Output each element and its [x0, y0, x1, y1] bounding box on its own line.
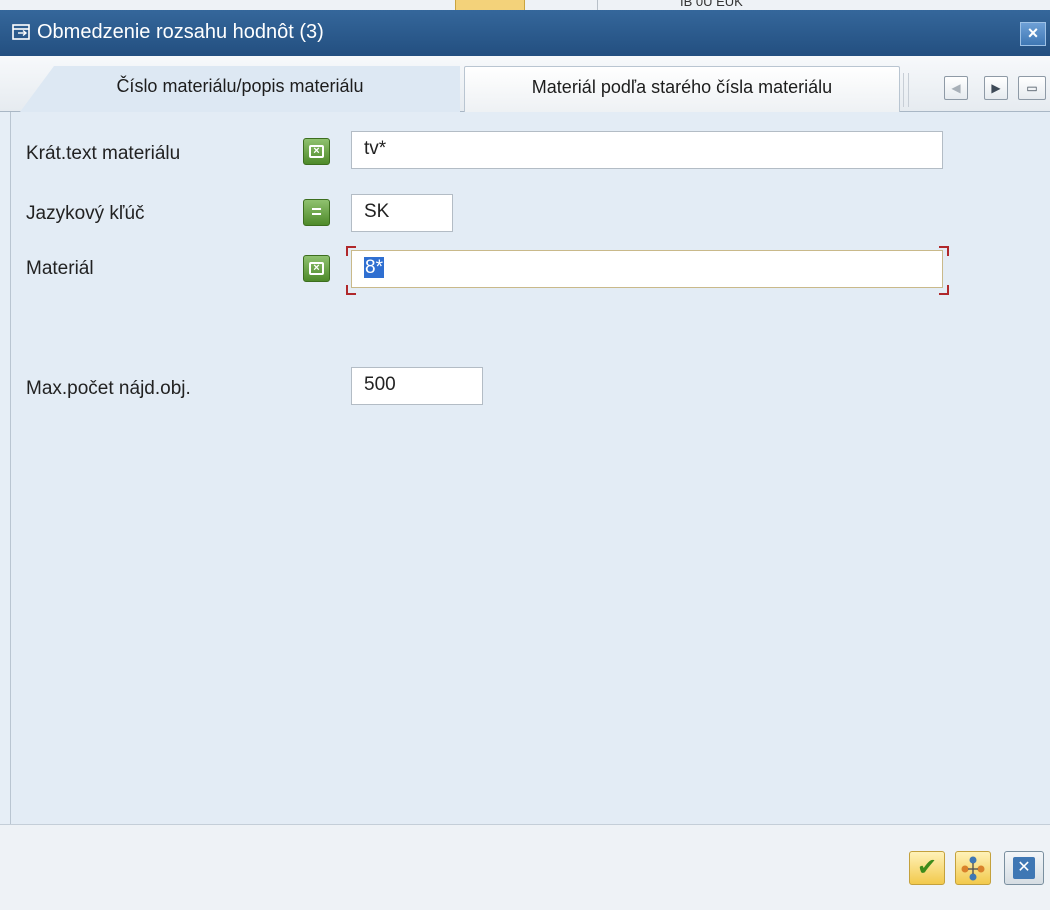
dialog-title-bar: Obmedzenie rozsahu hodnôt (3) × [0, 10, 1050, 56]
cancel-glyph: ✕ [1013, 857, 1035, 879]
checkmark-icon[interactable]: ✔ [909, 851, 945, 885]
background-app-strip: IB 0U EUK [0, 0, 1050, 10]
hierarchy-icon[interactable] [955, 851, 991, 885]
max-hits-input[interactable]: 500 [351, 367, 483, 405]
tab-label: Číslo materiálu/popis materiálu [116, 76, 364, 96]
select-option-icon[interactable]: × [303, 138, 330, 165]
language-key-label: Jazykový kľúč [26, 203, 145, 224]
background-yellow-element [455, 0, 525, 10]
focus-corner [346, 285, 356, 295]
equal-option-icon[interactable]: = [303, 199, 330, 226]
short-text-label: Krát.text materiálu [26, 143, 181, 164]
background-divider [597, 0, 625, 10]
select-option-icon[interactable]: × [303, 255, 330, 282]
hierarchy-glyph [961, 856, 985, 881]
window-icon [12, 24, 30, 40]
material-input[interactable]: 8* [351, 250, 943, 288]
tab-list-icon[interactable]: ▭ [1018, 76, 1046, 100]
select-option-symbol: × [309, 262, 324, 275]
material-label: Materiál [26, 258, 94, 279]
max-hits-label: Max.počet nájd.obj. [26, 378, 191, 399]
background-partial-text: IB 0U EUK [680, 0, 743, 9]
focus-corner [346, 246, 356, 256]
dialog-title: Obmedzenie rozsahu hodnôt (3) [37, 21, 324, 43]
language-key-input[interactable]: SK [351, 194, 453, 232]
tab-material-by-old-number[interactable]: Materiál podľa starého čísla materiálu [464, 66, 909, 112]
select-option-symbol: × [309, 145, 324, 158]
tab-material-number-description[interactable]: Číslo materiálu/popis materiálu [20, 66, 460, 112]
tab-scroll-grip [903, 73, 909, 107]
tab-next-icon[interactable]: ▶ [984, 76, 1008, 100]
cancel-icon[interactable]: ✕ [1004, 851, 1044, 885]
material-input-selected-text: 8* [364, 257, 384, 278]
equal-option-symbol: = [311, 202, 322, 222]
tab-content-panel: Krát.text materiálu × tv* Jazykový kľúč … [10, 112, 1050, 824]
close-icon[interactable]: × [1020, 22, 1046, 46]
tab-label: Materiál podľa starého čísla materiálu [531, 77, 833, 97]
dialog-footer: ✔ ✕ [0, 824, 1050, 910]
tab-strip: Číslo materiálu/popis materiálu Materiál… [0, 56, 1050, 112]
short-text-input[interactable]: tv* [351, 131, 943, 169]
tab-prev-icon[interactable]: ◀ [944, 76, 968, 100]
focus-corner [939, 285, 949, 295]
focus-corner [939, 246, 949, 256]
